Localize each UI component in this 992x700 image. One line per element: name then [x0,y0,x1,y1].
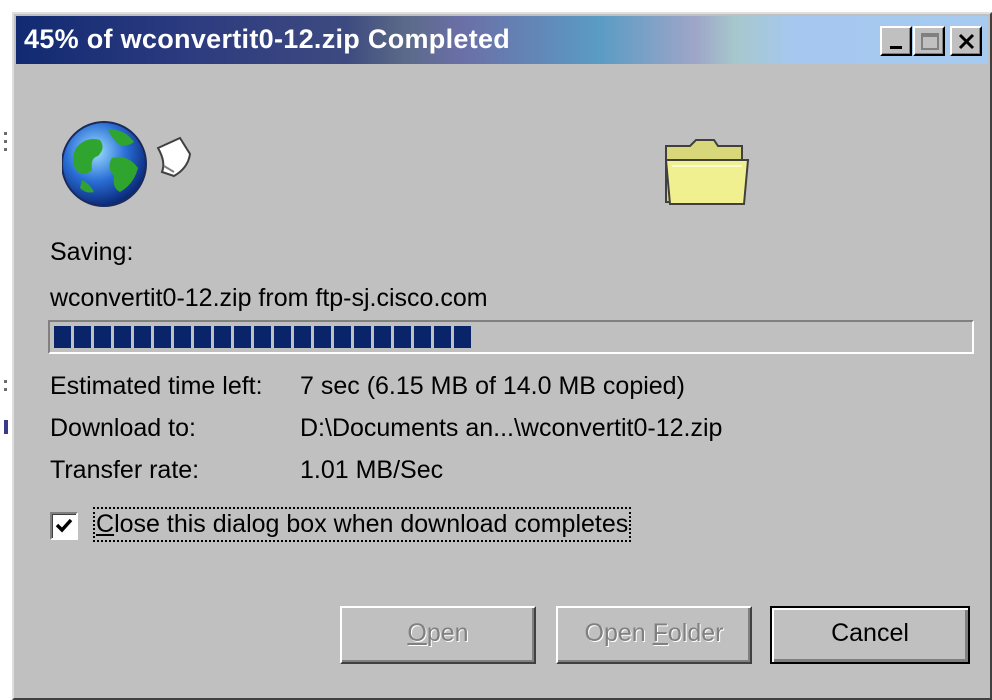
checkbox-label-mnemonic: C [96,510,115,538]
title-bar[interactable]: 45% of wconvertit0-12.zip Completed [16,16,988,64]
checkmark-icon [55,518,73,533]
download-to-label: Download to: [50,414,196,442]
close-button[interactable] [950,26,982,56]
close-when-done-label[interactable]: Close this dialog box when download comp… [92,507,632,542]
open-button-mnemonic: O [407,619,427,647]
transfer-rate-value: 1.01 MB/Sec [300,456,444,484]
open-folder-button-label: older [667,619,724,647]
saving-source: wconvertit0-12.zip from ftp-sj.cisco.com [50,284,488,312]
open-button-label: pen [426,619,469,647]
saving-label: Saving: [50,238,134,266]
transfer-rate-label: Transfer rate: [50,456,200,484]
progress-fill [54,326,474,348]
open-folder-button-prefix: Open [584,619,653,647]
window-title: 45% of wconvertit0-12.zip Completed [24,24,511,54]
download-dialog: 45% of wconvertit0-12.zip Completed Savi… [12,12,992,700]
maximize-button[interactable] [913,26,945,56]
minimize-icon [890,46,902,49]
download-progress-bar [48,320,974,354]
close-when-done-checkbox[interactable] [50,512,78,540]
open-button[interactable]: Open [340,606,536,664]
close-icon [958,33,975,50]
checkbox-label-text: lose this dialog box when download compl… [114,510,629,538]
download-to-value: D:\Documents an...\wconvertit0-12.zip [300,414,723,442]
globe-document-icon [61,118,202,215]
background-edge [0,0,12,700]
folder-icon [662,138,752,213]
cancel-button[interactable]: Cancel [770,606,970,664]
maximize-icon [921,33,939,50]
minimize-button[interactable] [880,26,912,56]
time-left-value: 7 sec (6.15 MB of 14.0 MB copied) [300,372,685,400]
open-folder-button-mnemonic: F [652,619,668,647]
time-left-label: Estimated time left: [50,372,263,400]
open-folder-button[interactable]: Open Folder [556,606,752,664]
